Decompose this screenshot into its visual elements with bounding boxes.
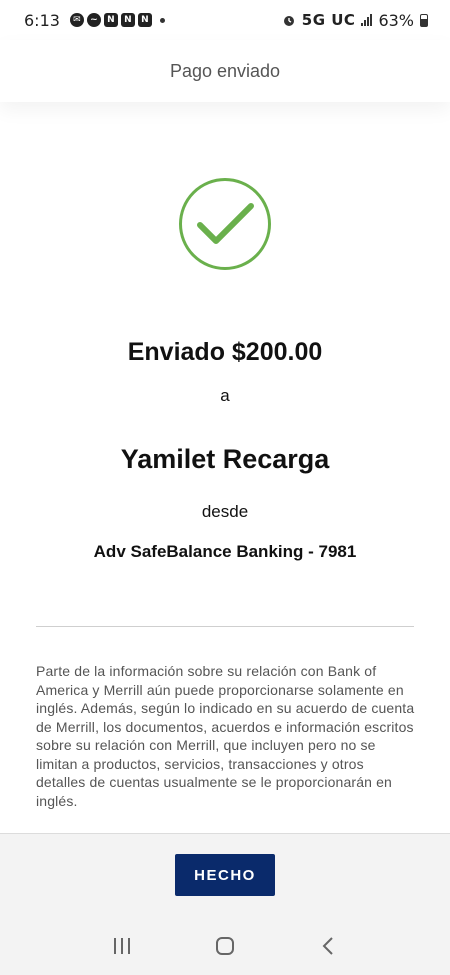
n-app-icon: N (137, 13, 152, 27)
divider (36, 626, 414, 627)
sent-amount: Enviado $200.00 (127, 338, 323, 366)
network-type: 5G UC (301, 11, 356, 29)
n-app-icon: N (120, 13, 135, 27)
from-label: desde (201, 502, 249, 521)
recipient-name: Yamilet Recarga (120, 444, 330, 474)
to-label: a (220, 386, 230, 405)
page-title: Pago enviado (169, 60, 281, 81)
language-disclaimer: Parte de la información sobre su relació… (36, 663, 415, 809)
status-time: 6:13 (24, 10, 60, 30)
back-icon (322, 937, 334, 955)
status-bar: 6:13 ✉ ~ N N N 5G UC 63% (0, 0, 450, 40)
home-button[interactable] (205, 926, 245, 966)
source-account: Adv SafeBalance Banking - 7981 (93, 542, 357, 561)
signal-icon (361, 14, 373, 26)
home-icon (215, 937, 234, 955)
alarm-icon (283, 16, 294, 26)
page-header: Pago enviado (0, 40, 450, 102)
back-button[interactable] (308, 926, 348, 966)
recent-apps-icon (113, 938, 130, 954)
recent-apps-button[interactable] (102, 926, 142, 966)
check-circle-icon (179, 178, 271, 270)
messenger-icon: ~ (86, 13, 101, 27)
system-nav-bar (0, 917, 450, 975)
more-notifications-icon (159, 17, 165, 23)
battery-icon (420, 13, 428, 27)
n-app-icon: N (103, 13, 118, 27)
chat-icon: ✉ (69, 13, 84, 27)
footer: HECHO (0, 833, 450, 975)
battery-percent: 63% (378, 10, 414, 30)
done-button[interactable]: HECHO (175, 854, 275, 896)
